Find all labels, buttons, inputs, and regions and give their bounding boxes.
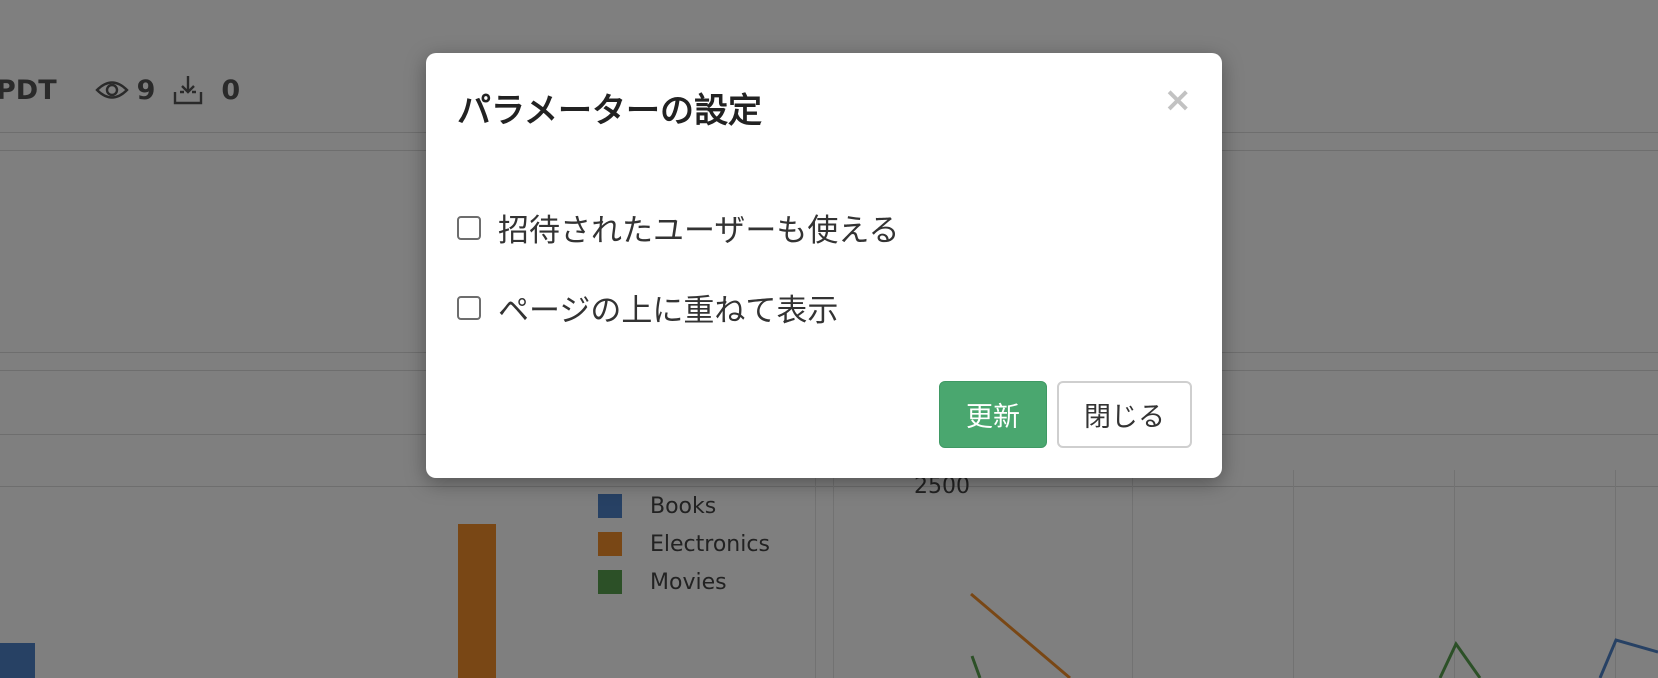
modal-title: パラメーターの設定 [457, 91, 762, 131]
parameter-settings-modal: パラメーターの設定 × 招待されたユーザーも使える ページの上に重ねて表示 更新… [426, 53, 1222, 478]
option-invited-users[interactable]: 招待されたユーザーも使える [457, 205, 899, 250]
update-button[interactable]: 更新 [939, 381, 1047, 448]
close-button[interactable]: 閉じる [1057, 381, 1192, 448]
option-label: ページの上に重ねて表示 [498, 293, 839, 329]
option-label: 招待されたユーザーも使える [498, 213, 900, 249]
overlay-on-page-checkbox[interactable] [457, 295, 481, 320]
option-overlay-on-page[interactable]: ページの上に重ねて表示 [457, 285, 838, 330]
close-icon[interactable]: × [1164, 83, 1193, 117]
invited-users-checkbox[interactable] [457, 215, 481, 240]
